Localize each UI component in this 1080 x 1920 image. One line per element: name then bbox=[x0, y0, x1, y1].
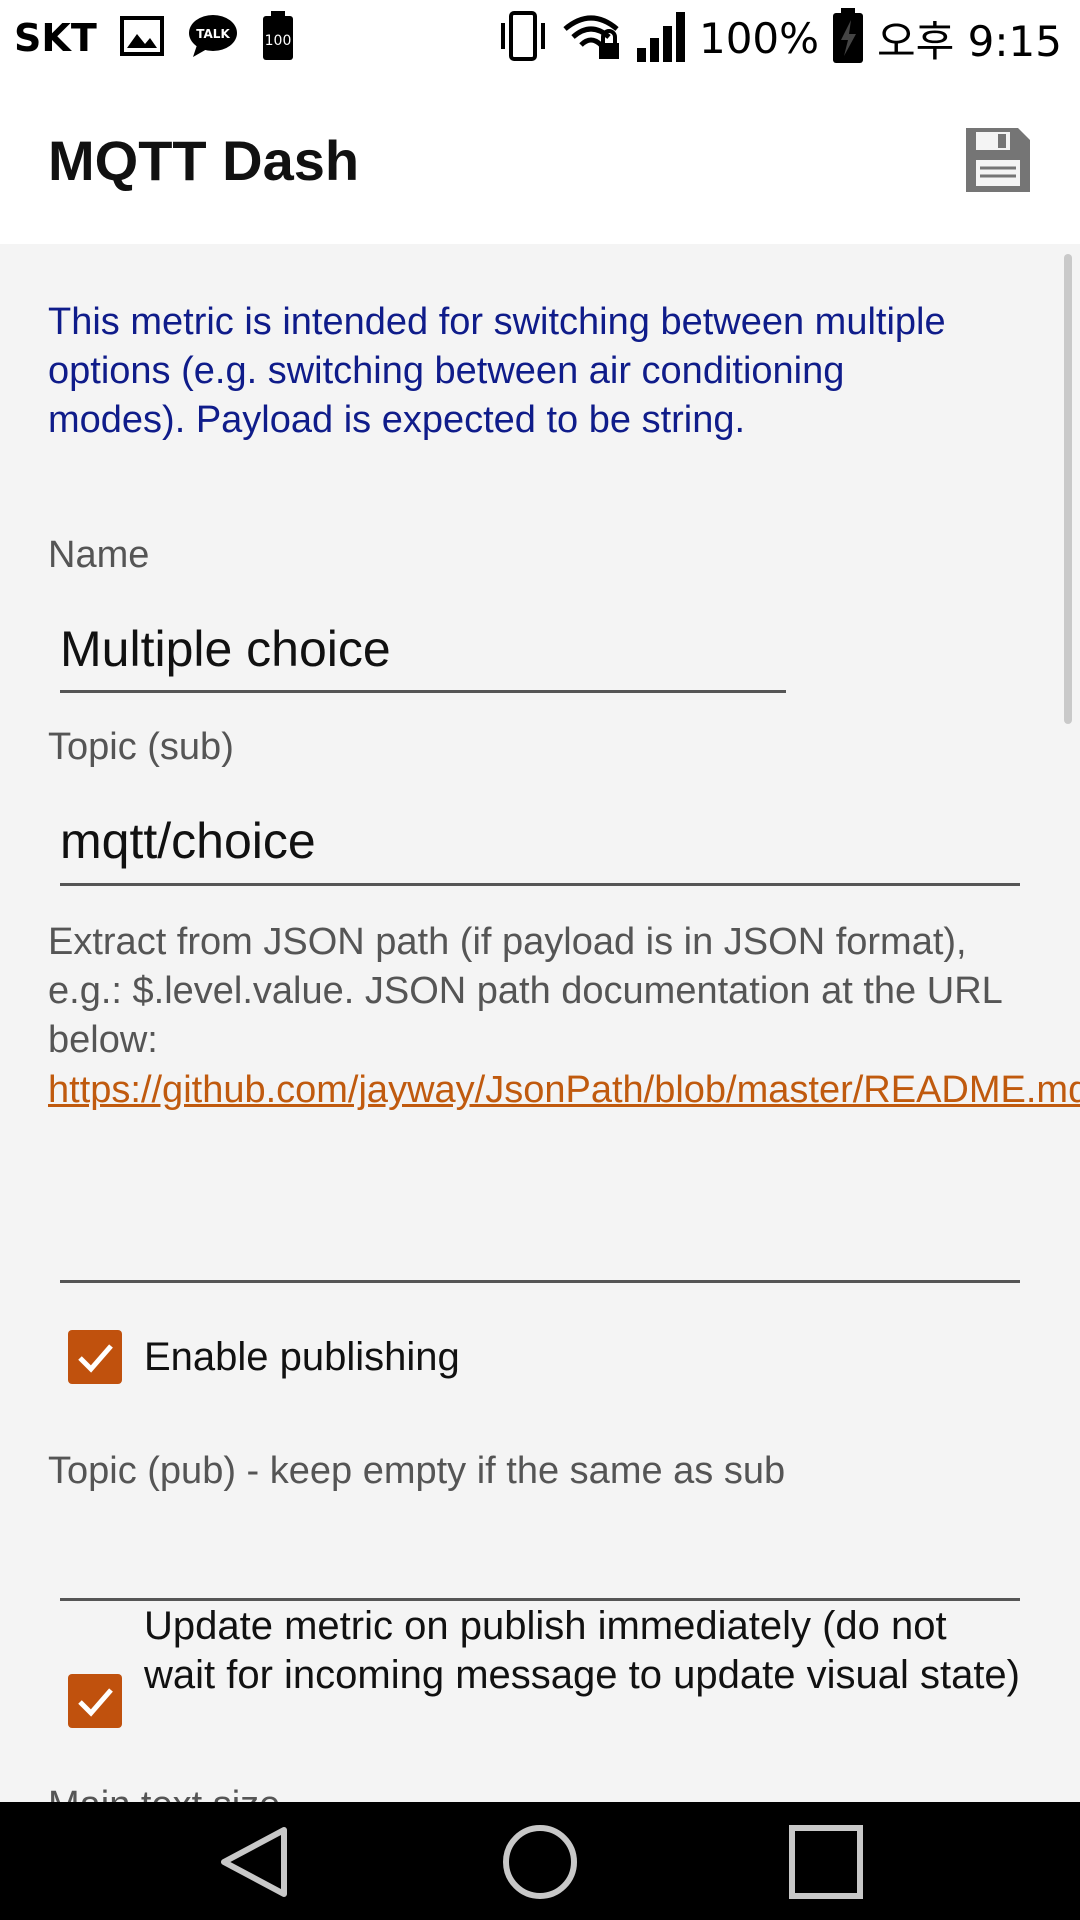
gallery-icon bbox=[119, 14, 165, 62]
update-metric-checkbox[interactable] bbox=[68, 1674, 122, 1728]
recents-square-icon bbox=[789, 1825, 863, 1899]
topic-pub-label: Topic (pub) - keep empty if the same as … bbox=[48, 1450, 786, 1492]
main-text-size-label: Main text size bbox=[48, 1784, 280, 1802]
topic-sub-label: Topic (sub) bbox=[48, 726, 234, 768]
update-metric-label[interactable]: Update metric on publish immediately (do… bbox=[144, 1602, 1024, 1700]
back-button[interactable] bbox=[212, 1820, 296, 1904]
name-underline bbox=[60, 690, 786, 693]
enable-publishing-checkbox[interactable] bbox=[68, 1330, 122, 1384]
name-input[interactable]: Multiple choice bbox=[60, 620, 391, 678]
save-icon bbox=[966, 128, 1030, 192]
back-triangle-icon bbox=[221, 1827, 287, 1897]
battery-100-icon: 100 bbox=[261, 11, 295, 65]
metric-form[interactable]: This metric is intended for switching be… bbox=[0, 244, 1080, 1802]
metric-info-text: This metric is intended for switching be… bbox=[48, 301, 946, 441]
status-bar: SKT TALK 100 100% 오후 9:15 bbox=[0, 0, 1080, 76]
json-path-underline bbox=[60, 1280, 1020, 1283]
home-button[interactable] bbox=[498, 1820, 582, 1904]
navigation-bar bbox=[0, 1802, 1080, 1920]
topic-sub-input[interactable]: mqtt/choice bbox=[60, 812, 316, 870]
home-circle-icon bbox=[503, 1825, 577, 1899]
topic-sub-underline bbox=[60, 883, 1020, 886]
battery-charging-icon bbox=[831, 8, 865, 68]
vibrate-icon bbox=[497, 9, 549, 67]
wifi-lock-icon bbox=[561, 11, 623, 65]
signal-icon bbox=[635, 10, 687, 66]
app-title: MQTT Dash bbox=[48, 129, 360, 192]
json-path-doc-link[interactable]: https://github.com/jayway/JsonPath/blob/… bbox=[48, 1066, 1080, 1115]
scrollbar[interactable] bbox=[1064, 254, 1072, 724]
enable-publishing-label[interactable]: Enable publishing bbox=[144, 1333, 460, 1382]
checkmark-icon bbox=[78, 1688, 113, 1717]
recents-button[interactable] bbox=[784, 1820, 868, 1904]
save-button[interactable] bbox=[962, 124, 1034, 196]
talk-icon: TALK bbox=[187, 13, 239, 63]
app-bar: MQTT Dash bbox=[0, 76, 1080, 244]
svg-text:TALK: TALK bbox=[196, 27, 230, 41]
json-path-help: Extract from JSON path (if payload is in… bbox=[48, 921, 1002, 1061]
name-label: Name bbox=[48, 534, 150, 576]
svg-text:100: 100 bbox=[264, 33, 291, 49]
carrier-name: SKT bbox=[14, 16, 97, 60]
battery-percent: 100% bbox=[698, 13, 820, 63]
topic-pub-underline bbox=[60, 1598, 1020, 1601]
checkmark-icon bbox=[78, 1344, 113, 1373]
clock: 오후 9:15 bbox=[877, 16, 1062, 66]
